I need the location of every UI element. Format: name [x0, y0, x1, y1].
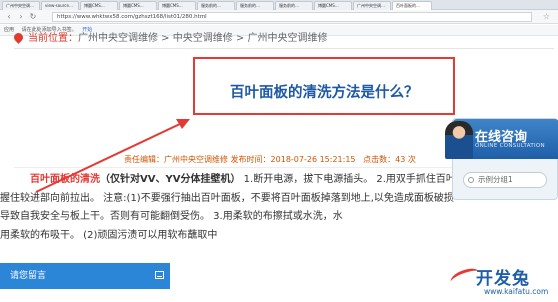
url-field[interactable]: https://www.whktwx58.com/gzhszt168/list0… — [52, 12, 532, 22]
watermark-logo: 开发兔 www.kaifatu.com — [446, 264, 558, 302]
divider — [14, 48, 554, 49]
consult-subtitle: ONLINE CONSULTATION — [475, 143, 545, 149]
body-text-run: 1.断开电源，拔下电源插头。 2.用双手抓住百叶 — [240, 174, 456, 185]
browser-tab[interactable]: 服务前的… — [197, 1, 235, 10]
browser-tab[interactable]: 广州中央空调… — [2, 1, 40, 10]
agent-avatar — [445, 121, 473, 159]
leave-message-label: 请您留言 — [10, 271, 47, 281]
reload-icon[interactable]: ↻ — [28, 12, 38, 22]
browser-window: 广州中央空调… view-source… 博圆CMS… 博圆CMS… 博圆CMS… — [0, 0, 558, 302]
apps-shortcut[interactable]: 应用 — [4, 27, 14, 33]
back-icon[interactable]: ‹ — [4, 12, 14, 22]
breadcrumb-item[interactable]: 中央空调维修 — [173, 33, 233, 44]
hits-label: 点击数： — [363, 155, 396, 164]
watermark-url: www.kaifatu.com — [484, 287, 549, 296]
minimize-icon[interactable] — [155, 271, 164, 279]
breadcrumb-separator: > — [232, 33, 248, 44]
online-consult-widget: 在线咨询 ONLINE CONSULTATION 示例分组1 — [445, 118, 558, 200]
lead-highlight: 百叶面板的清洗 — [30, 174, 100, 185]
editor-name: 广州中央空调维修 — [164, 155, 228, 164]
chat-bubble-icon — [468, 177, 474, 183]
demo-group-label: 示例分组1 — [478, 175, 513, 184]
forward-icon[interactable]: › — [16, 12, 26, 22]
article-meta: 责任编辑：广州中央空调维修 发布时间：2018-07-26 15:21:15 点… — [124, 154, 416, 165]
breadcrumb-item[interactable]: 广州中央空调维修 — [78, 33, 158, 44]
breadcrumb-prefix: 当前位置： — [28, 33, 78, 44]
breadcrumb-separator: > — [158, 33, 173, 44]
hits-count: 43 次 — [395, 155, 416, 164]
leave-message-bar[interactable]: 请您留言 — [0, 263, 170, 289]
browser-tab[interactable]: 广州中央空调… — [353, 1, 391, 10]
browser-tab[interactable]: 博圆CMS… — [119, 1, 157, 10]
body-line: 用柔软的布吸干。 (2)顽固污渍可以用软布蘸取中 — [0, 229, 218, 241]
editor-label: 责任编辑： — [124, 155, 164, 164]
time-label: 发布时间： — [230, 155, 271, 164]
browser-tab[interactable]: 博圆CMS… — [158, 1, 196, 10]
browser-tab[interactable]: 博圆CMS… — [314, 1, 352, 10]
address-bar: ‹ › ↻ https://www.whktwx58.com/gzhszt168… — [0, 10, 558, 24]
body-line: 导致自我安全与板上干。否则有可能翻倒受伤。 3.用柔软的布擦拭或水洗，水 — [0, 211, 343, 222]
browser-tab[interactable]: 博圆CMS… — [80, 1, 118, 10]
bookmark-star-icon[interactable]: ☆ — [543, 12, 550, 21]
browser-tab-active[interactable]: 百叶面板的… — [392, 1, 432, 10]
publish-time: 2018-07-26 15:21:15 — [270, 155, 356, 164]
breadcrumb-item[interactable]: 广州中央空调维修 — [248, 33, 328, 44]
demo-group-button[interactable]: 示例分组1 — [463, 172, 547, 188]
consult-header[interactable]: 在线咨询 ONLINE CONSULTATION — [445, 119, 558, 159]
browser-tab[interactable]: view-source… — [41, 1, 79, 10]
browser-tab[interactable]: 服务前的… — [275, 1, 313, 10]
breadcrumb: 当前位置：广州中央空调维修 > 中央空调维修 > 广州中央空调维修 — [12, 29, 328, 44]
watermark-text: 开发兔 — [476, 269, 530, 289]
page-title: 百叶面板的清洗方法是什么？ — [230, 85, 419, 101]
tab-strip: 广州中央空调… view-source… 博圆CMS… 博圆CMS… 博圆CMS… — [0, 0, 558, 10]
lead-bold: （仅针对VV、YV分体挂壁机） — [100, 174, 241, 185]
location-pin-icon — [12, 31, 25, 44]
browser-tab[interactable]: 服务前的… — [236, 1, 274, 10]
